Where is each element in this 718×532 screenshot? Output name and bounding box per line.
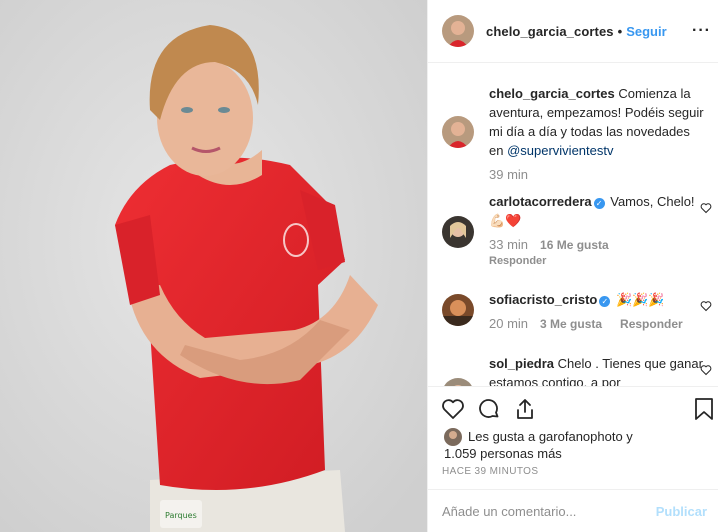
caption-body: chelo_garcia_cortes Comienza la aventura…	[489, 84, 704, 182]
comment-likes[interactable]: 16 Me gusta	[540, 238, 609, 252]
more-options-icon[interactable]: ···	[692, 22, 711, 40]
avatar-image	[442, 15, 474, 47]
heart-icon[interactable]	[441, 397, 465, 421]
publish-button[interactable]: Publicar	[656, 504, 707, 519]
comment-time[interactable]: 33 min	[489, 237, 528, 252]
like-comment-heart-icon[interactable]	[700, 202, 712, 214]
comment-time[interactable]: 20 min	[489, 316, 528, 331]
avatar[interactable]	[442, 15, 474, 47]
reply-button[interactable]: Responder	[489, 252, 704, 271]
avatar[interactable]	[442, 116, 474, 148]
caption-username[interactable]: chelo_garcia_cortes	[489, 86, 615, 101]
comment-body: sofiacristo_cristo ✓ 🎉🎉🎉 20 min 3 Me gusta…	[489, 290, 704, 331]
bookmark-icon[interactable]	[694, 397, 714, 421]
avatar-image	[442, 116, 474, 148]
post-side-panel: chelo_garcia_cortes • Seguir ··· chelo_g…	[427, 0, 718, 532]
comment-username[interactable]: sol_piedra	[489, 356, 554, 371]
comment-likes[interactable]: 3 Me gusta	[540, 317, 602, 331]
avatar[interactable]	[444, 428, 462, 446]
likes-text[interactable]: Les gusta a garofanophoto y	[468, 429, 633, 445]
add-comment-bar: Publicar	[428, 489, 718, 532]
reply-button[interactable]: Responder	[620, 317, 683, 331]
caption-time[interactable]: 39 min	[489, 167, 528, 182]
avatar-image	[442, 294, 474, 326]
svg-text:Parques: Parques	[165, 511, 197, 520]
avatar[interactable]	[442, 378, 474, 386]
post-header: chelo_garcia_cortes • Seguir ···	[428, 0, 718, 63]
share-icon[interactable]	[513, 397, 537, 421]
likes-summary: Les gusta a garofanophoto y 1.059 person…	[444, 428, 633, 462]
like-comment-heart-icon[interactable]	[700, 364, 712, 376]
avatar-image	[442, 216, 474, 248]
likes-count[interactable]: 1.059 personas más	[444, 446, 633, 462]
comment-text: 🎉🎉🎉	[612, 292, 665, 307]
avatar[interactable]	[442, 294, 474, 326]
like-comment-heart-icon[interactable]	[700, 300, 712, 312]
comment-body: carlotacorredera ✓ Vamos, Chelo! 💪🏻❤️ 33 …	[489, 192, 704, 271]
verified-icon: ✓	[599, 296, 611, 307]
avatar-image	[444, 428, 462, 446]
comment-body: sol_piedra Chelo . Tienes que ganar esta…	[489, 354, 704, 386]
post-photo[interactable]: Parques	[0, 0, 427, 532]
avatar-image	[442, 378, 474, 386]
follow-button[interactable]: Seguir	[626, 24, 666, 39]
photo-woman-red-shirt: Parques	[0, 0, 427, 532]
post-timestamp[interactable]: Hace 39 minutos	[442, 466, 538, 477]
comments-list[interactable]: chelo_garcia_cortes Comienza la aventura…	[428, 64, 718, 386]
avatar[interactable]	[442, 216, 474, 248]
header-username[interactable]: chelo_garcia_cortes	[486, 24, 614, 39]
comment-icon[interactable]	[477, 397, 501, 421]
verified-icon: ✓	[593, 198, 605, 209]
comment-username[interactable]: sofiacristo_cristo	[489, 292, 597, 307]
comment-username[interactable]: carlotacorredera	[489, 194, 592, 209]
separator-dot: •	[617, 23, 623, 39]
comment-input[interactable]	[442, 504, 656, 519]
caption-mention[interactable]: @supervivientestv	[507, 143, 613, 158]
post-actions-section: Les gusta a garofanophoto y 1.059 person…	[428, 386, 718, 532]
